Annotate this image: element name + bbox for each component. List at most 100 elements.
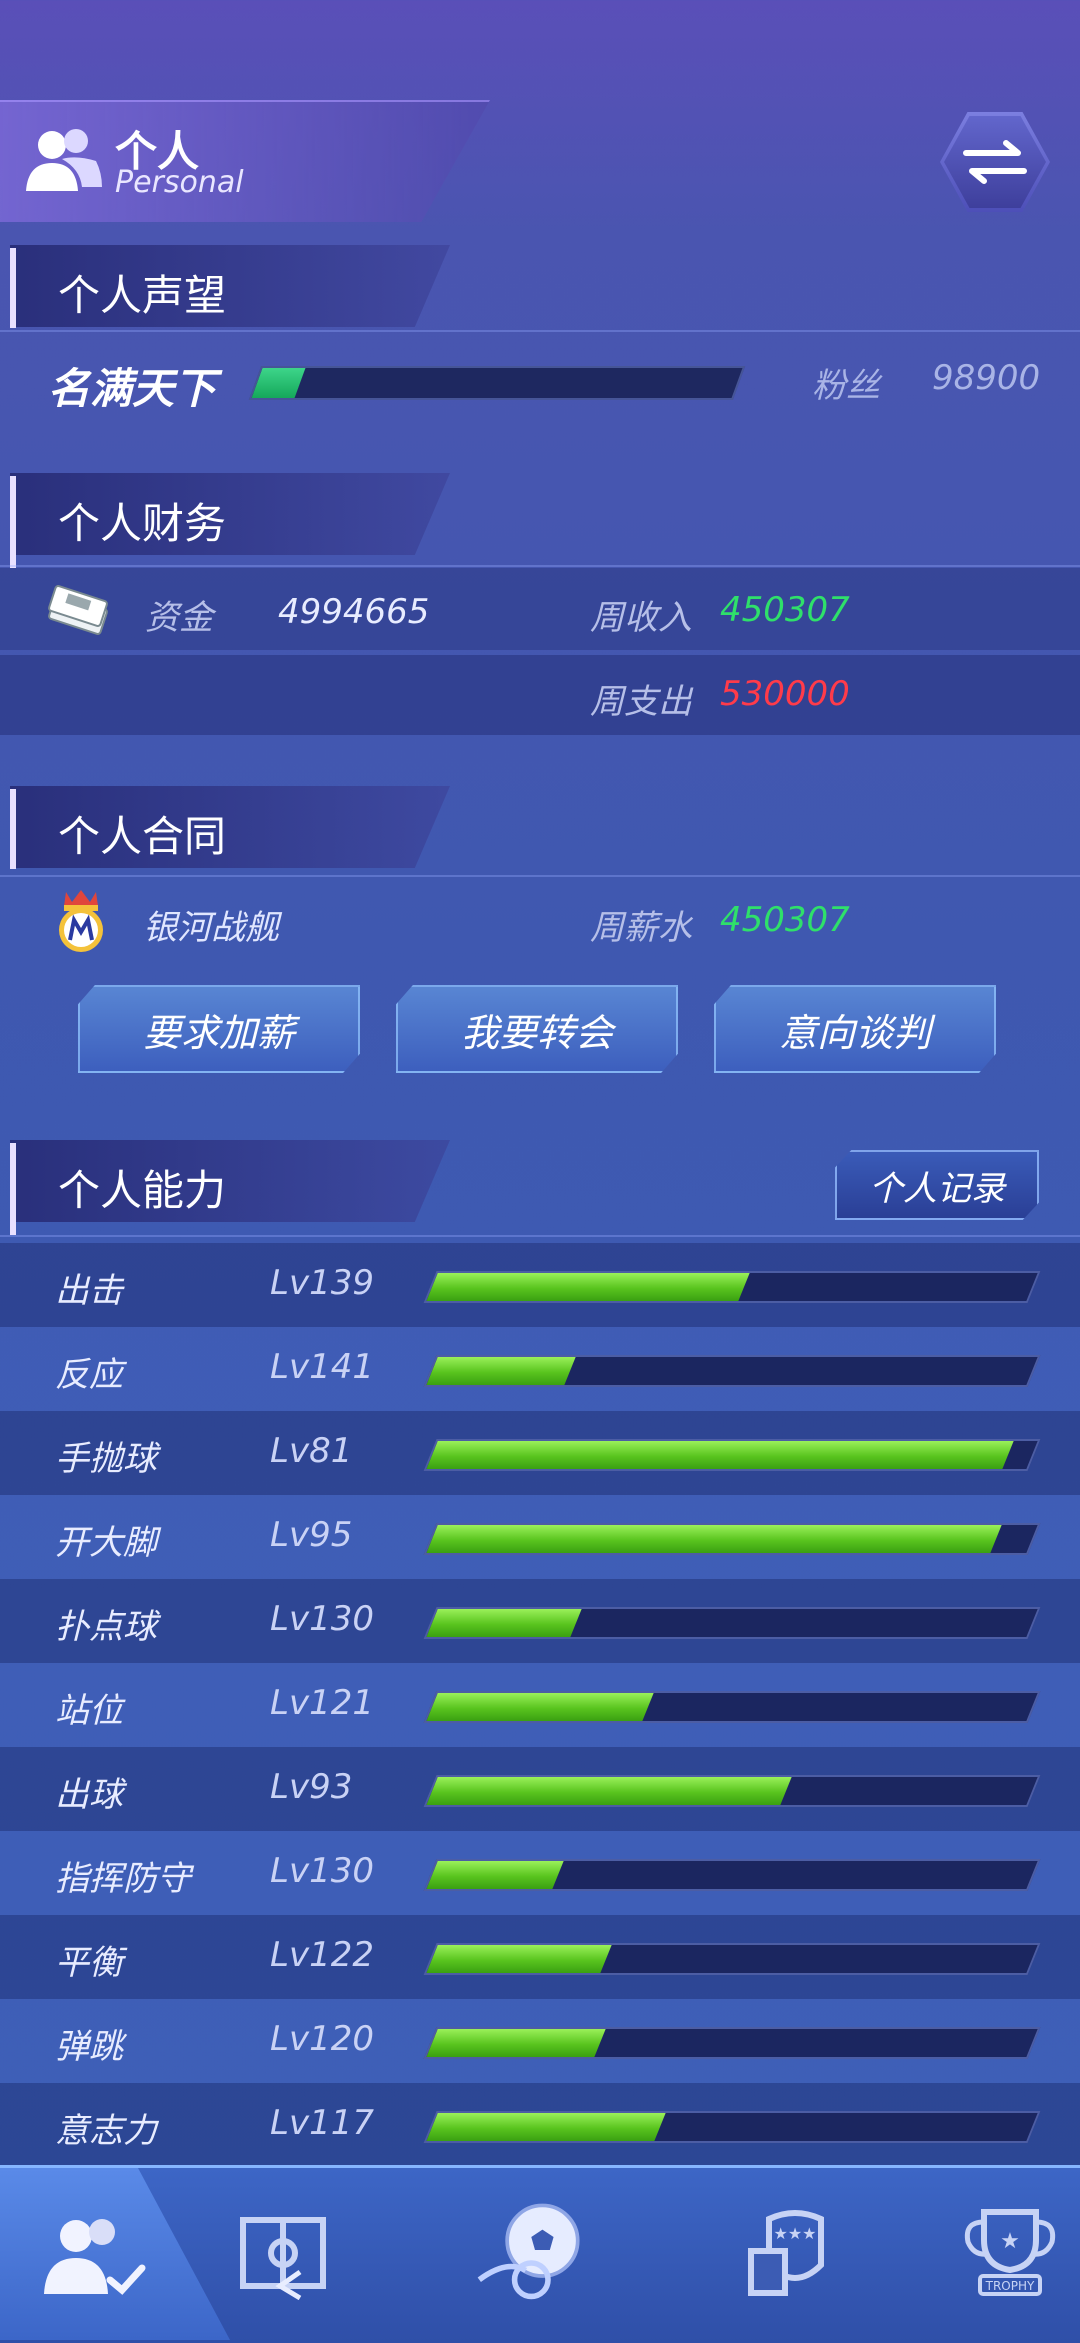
ability-progress-fill bbox=[426, 1525, 1002, 1553]
ability-name: 扑点球 bbox=[55, 1607, 157, 1647]
ability-progress-fill bbox=[426, 1861, 564, 1889]
ability-name: 意志力 bbox=[55, 2111, 157, 2151]
svg-text:★★★: ★★★ bbox=[773, 2224, 816, 2243]
svg-text:★: ★ bbox=[1000, 2229, 1020, 2254]
ability-progress-bar bbox=[423, 2027, 1041, 2059]
ability-row: 意志力 Lv117 bbox=[0, 2083, 1080, 2167]
reputation-progress-bar bbox=[248, 366, 746, 400]
nav-club[interactable]: ★★★ bbox=[730, 2195, 860, 2315]
negotiate-button[interactable]: 意向谈判 bbox=[714, 985, 996, 1073]
ability-progress-fill bbox=[426, 1777, 792, 1805]
ability-name: 平衡 bbox=[55, 1943, 123, 1983]
ability-progress-fill bbox=[426, 1441, 1014, 1469]
match-ball-icon bbox=[477, 2203, 580, 2300]
ability-name: 出球 bbox=[55, 1775, 123, 1815]
ability-progress-fill bbox=[426, 2029, 606, 2057]
ability-row: 开大脚 Lv95 bbox=[0, 1495, 1080, 1579]
ability-progress-fill bbox=[426, 1357, 576, 1385]
ability-progress-fill bbox=[426, 2113, 666, 2141]
ability-row: 出击 Lv139 bbox=[0, 1243, 1080, 1327]
tactics-field-icon bbox=[240, 2217, 326, 2300]
page-subtitle: Personal bbox=[115, 165, 244, 200]
ability-name: 手抛球 bbox=[55, 1439, 157, 1479]
ability-progress-fill bbox=[426, 1945, 612, 1973]
ability-name: 指挥防守 bbox=[55, 1859, 191, 1899]
section-accent bbox=[10, 1143, 16, 1235]
ability-level: Lv81 bbox=[270, 1431, 353, 1471]
ability-name: 开大脚 bbox=[55, 1523, 157, 1563]
ability-progress-bar bbox=[423, 1859, 1041, 1891]
ability-level: Lv120 bbox=[270, 2019, 374, 2059]
section-title-ability: 个人能力 bbox=[58, 1166, 227, 1215]
nav-match[interactable] bbox=[470, 2190, 600, 2310]
trophy-icon: ★ TROPHY bbox=[964, 2209, 1056, 2296]
ability-name: 弹跳 bbox=[55, 2027, 123, 2067]
divider bbox=[0, 565, 1080, 567]
ability-row: 手抛球 Lv81 bbox=[0, 1411, 1080, 1495]
weekly-income-value: 450307 bbox=[720, 590, 850, 630]
ability-level: Lv122 bbox=[270, 1935, 374, 1975]
ability-progress-fill bbox=[426, 1273, 750, 1301]
ability-progress-bar bbox=[423, 1691, 1041, 1723]
ability-progress-bar bbox=[423, 1943, 1041, 1975]
ability-level: Lv95 bbox=[270, 1515, 353, 1555]
section-title-contract: 个人合同 bbox=[58, 812, 227, 861]
ability-level: Lv93 bbox=[270, 1767, 353, 1807]
ability-level: Lv121 bbox=[270, 1683, 374, 1723]
weekly-salary-value: 450307 bbox=[720, 900, 850, 940]
trophy-label: TROPHY bbox=[985, 2279, 1035, 2293]
fans-label: 粉丝 bbox=[812, 366, 880, 406]
finance-row bbox=[0, 655, 1080, 735]
ability-progress-fill bbox=[426, 1693, 654, 1721]
ability-name: 站位 bbox=[55, 1691, 123, 1731]
section-accent bbox=[10, 476, 16, 568]
divider bbox=[0, 1235, 1080, 1237]
reputation-level-name: 名满天下 bbox=[48, 364, 217, 413]
ability-progress-fill bbox=[426, 1609, 582, 1637]
nav-trophy[interactable]: ★ TROPHY bbox=[945, 2195, 1075, 2315]
section-accent bbox=[10, 789, 16, 869]
section-title-reputation: 个人声望 bbox=[58, 271, 227, 320]
ability-row: 站位 Lv121 bbox=[0, 1663, 1080, 1747]
ability-progress-bar bbox=[423, 1439, 1041, 1471]
ability-level: Lv130 bbox=[270, 1851, 374, 1891]
ability-level: Lv139 bbox=[270, 1263, 374, 1303]
nav-tactics[interactable] bbox=[218, 2195, 348, 2315]
switch-button[interactable] bbox=[940, 112, 1050, 212]
ability-row: 指挥防守 Lv130 bbox=[0, 1831, 1080, 1915]
request-transfer-button[interactable]: 我要转会 bbox=[396, 985, 678, 1073]
nav-personal[interactable] bbox=[25, 2195, 155, 2315]
ability-progress-bar bbox=[423, 1775, 1041, 1807]
reputation-progress-fill bbox=[251, 368, 306, 398]
club-crest-icon bbox=[52, 886, 110, 956]
funds-label: 资金 bbox=[145, 598, 213, 638]
divider bbox=[0, 875, 1080, 877]
ability-progress-bar bbox=[423, 1355, 1041, 1387]
ability-row: 平衡 Lv122 bbox=[0, 1915, 1080, 1999]
ability-row: 扑点球 Lv130 bbox=[0, 1579, 1080, 1663]
money-icon bbox=[45, 583, 115, 643]
ability-level: Lv141 bbox=[270, 1347, 374, 1387]
club-card-icon: ★★★ bbox=[748, 2210, 824, 2296]
ability-row: 出球 Lv93 bbox=[0, 1747, 1080, 1831]
weekly-salary-label: 周薪水 bbox=[590, 908, 692, 948]
personal-records-button[interactable]: 个人记录 bbox=[835, 1150, 1039, 1220]
fans-value: 98900 bbox=[932, 358, 1041, 398]
section-title-finance: 个人财务 bbox=[58, 499, 227, 548]
weekly-expense-value: 530000 bbox=[720, 674, 850, 714]
ability-level: Lv130 bbox=[270, 1599, 374, 1639]
divider bbox=[0, 330, 1080, 332]
ability-name: 出击 bbox=[55, 1271, 123, 1311]
weekly-expense-label: 周支出 bbox=[590, 682, 692, 722]
personal-icon bbox=[18, 125, 108, 195]
funds-value: 4994665 bbox=[278, 592, 430, 632]
ability-progress-bar bbox=[423, 2111, 1041, 2143]
request-raise-button[interactable]: 要求加薪 bbox=[78, 985, 360, 1073]
personal-nav-icon bbox=[44, 2219, 146, 2295]
ability-level: Lv117 bbox=[270, 2103, 374, 2143]
club-name: 银河战舰 bbox=[143, 908, 279, 948]
weekly-income-label: 周收入 bbox=[590, 598, 692, 638]
ability-progress-bar bbox=[423, 1271, 1041, 1303]
ability-progress-bar bbox=[423, 1523, 1041, 1555]
section-accent bbox=[10, 248, 16, 328]
